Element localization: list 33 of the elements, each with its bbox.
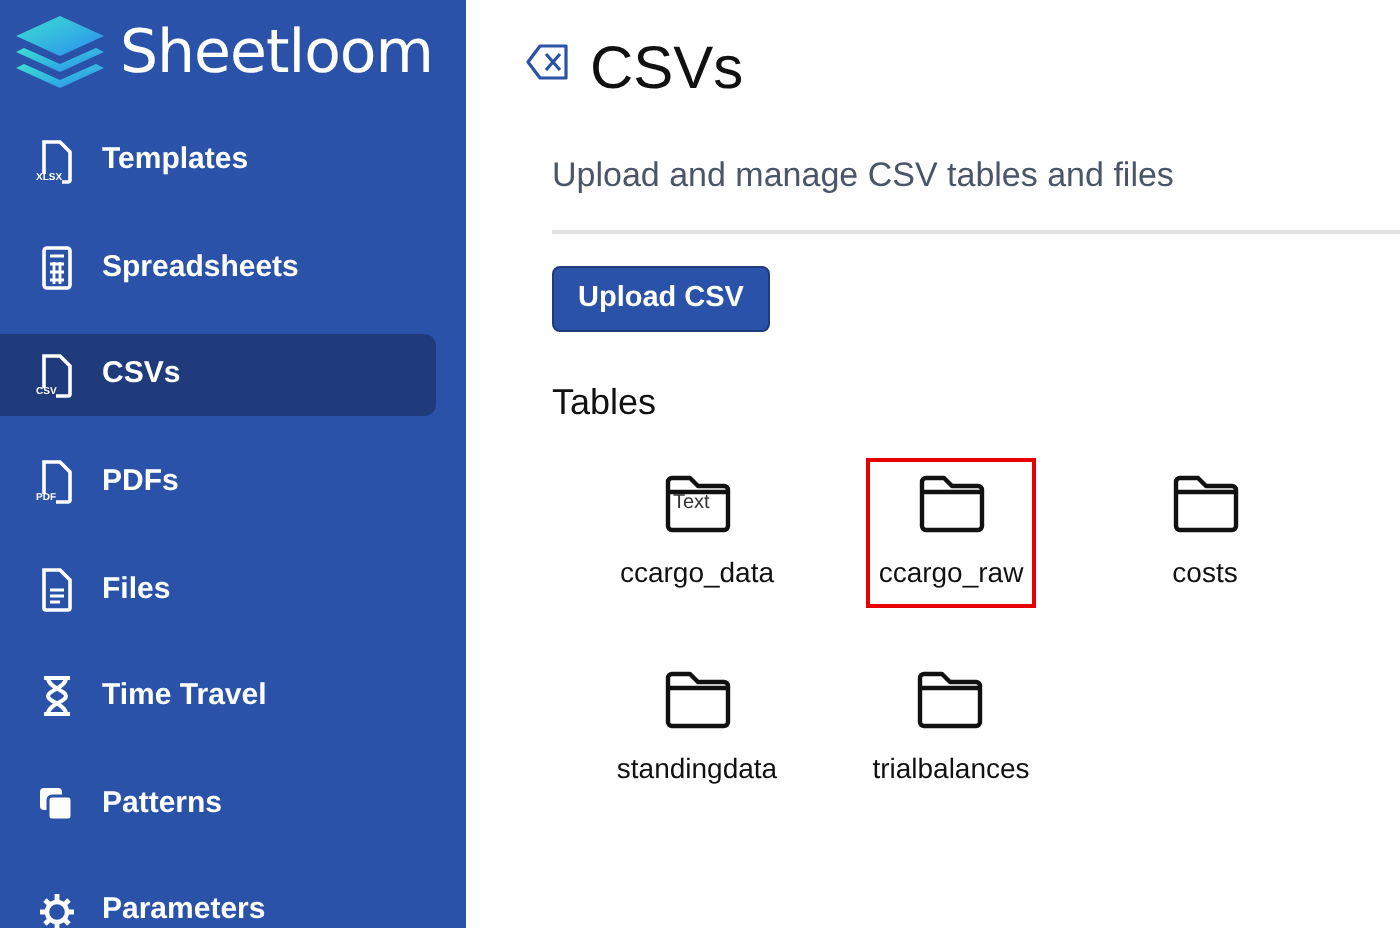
document-icon — [36, 351, 76, 400]
folder-icon — [661, 474, 733, 535]
folder-label: Text — [673, 494, 710, 515]
logo-icon — [12, 12, 108, 92]
upload-button[interactable]: Upload CSV — [552, 265, 770, 333]
backspace-icon[interactable] — [526, 41, 570, 81]
sidebar-item[interactable]: Files — [0, 548, 436, 631]
page-subtitle: Upload and manage CSV tables and files — [552, 154, 1176, 198]
sidebar-item[interactable]: Time Travel — [0, 655, 436, 738]
document-icon — [36, 458, 76, 507]
table-folder[interactable]: trialbalances — [860, 654, 1042, 805]
folder-icon — [915, 474, 987, 535]
page-title: CSVs — [590, 34, 744, 106]
table-folder[interactable]: costs — [1157, 458, 1253, 609]
app-name: Sheetloom — [120, 15, 434, 91]
document-icon — [36, 137, 76, 185]
table-name: ccargo_raw — [878, 554, 1024, 593]
file-icon — [36, 565, 76, 614]
folder-icon — [661, 670, 733, 731]
table-folder[interactable]: standingdata — [604, 654, 790, 805]
calculator-icon — [36, 244, 76, 293]
table-name: standingdata — [616, 750, 778, 789]
folder-icon — [914, 670, 987, 731]
table-name: ccargo_data — [619, 554, 775, 593]
sidebar-item[interactable]: Spreadsheets — [0, 227, 436, 310]
table-name: trialbalances — [872, 750, 1030, 789]
sidebar-item[interactable]: Parameters — [0, 870, 436, 928]
table-folder[interactable]: Text ccargo_data — [607, 458, 787, 609]
table-name: costs — [1172, 554, 1238, 593]
folder-icon — [1169, 474, 1241, 535]
section-title: Tables — [552, 380, 659, 427]
table-folder[interactable]: ccargo_raw — [866, 458, 1036, 609]
sidebar-item[interactable]: Patterns — [0, 763, 436, 846]
